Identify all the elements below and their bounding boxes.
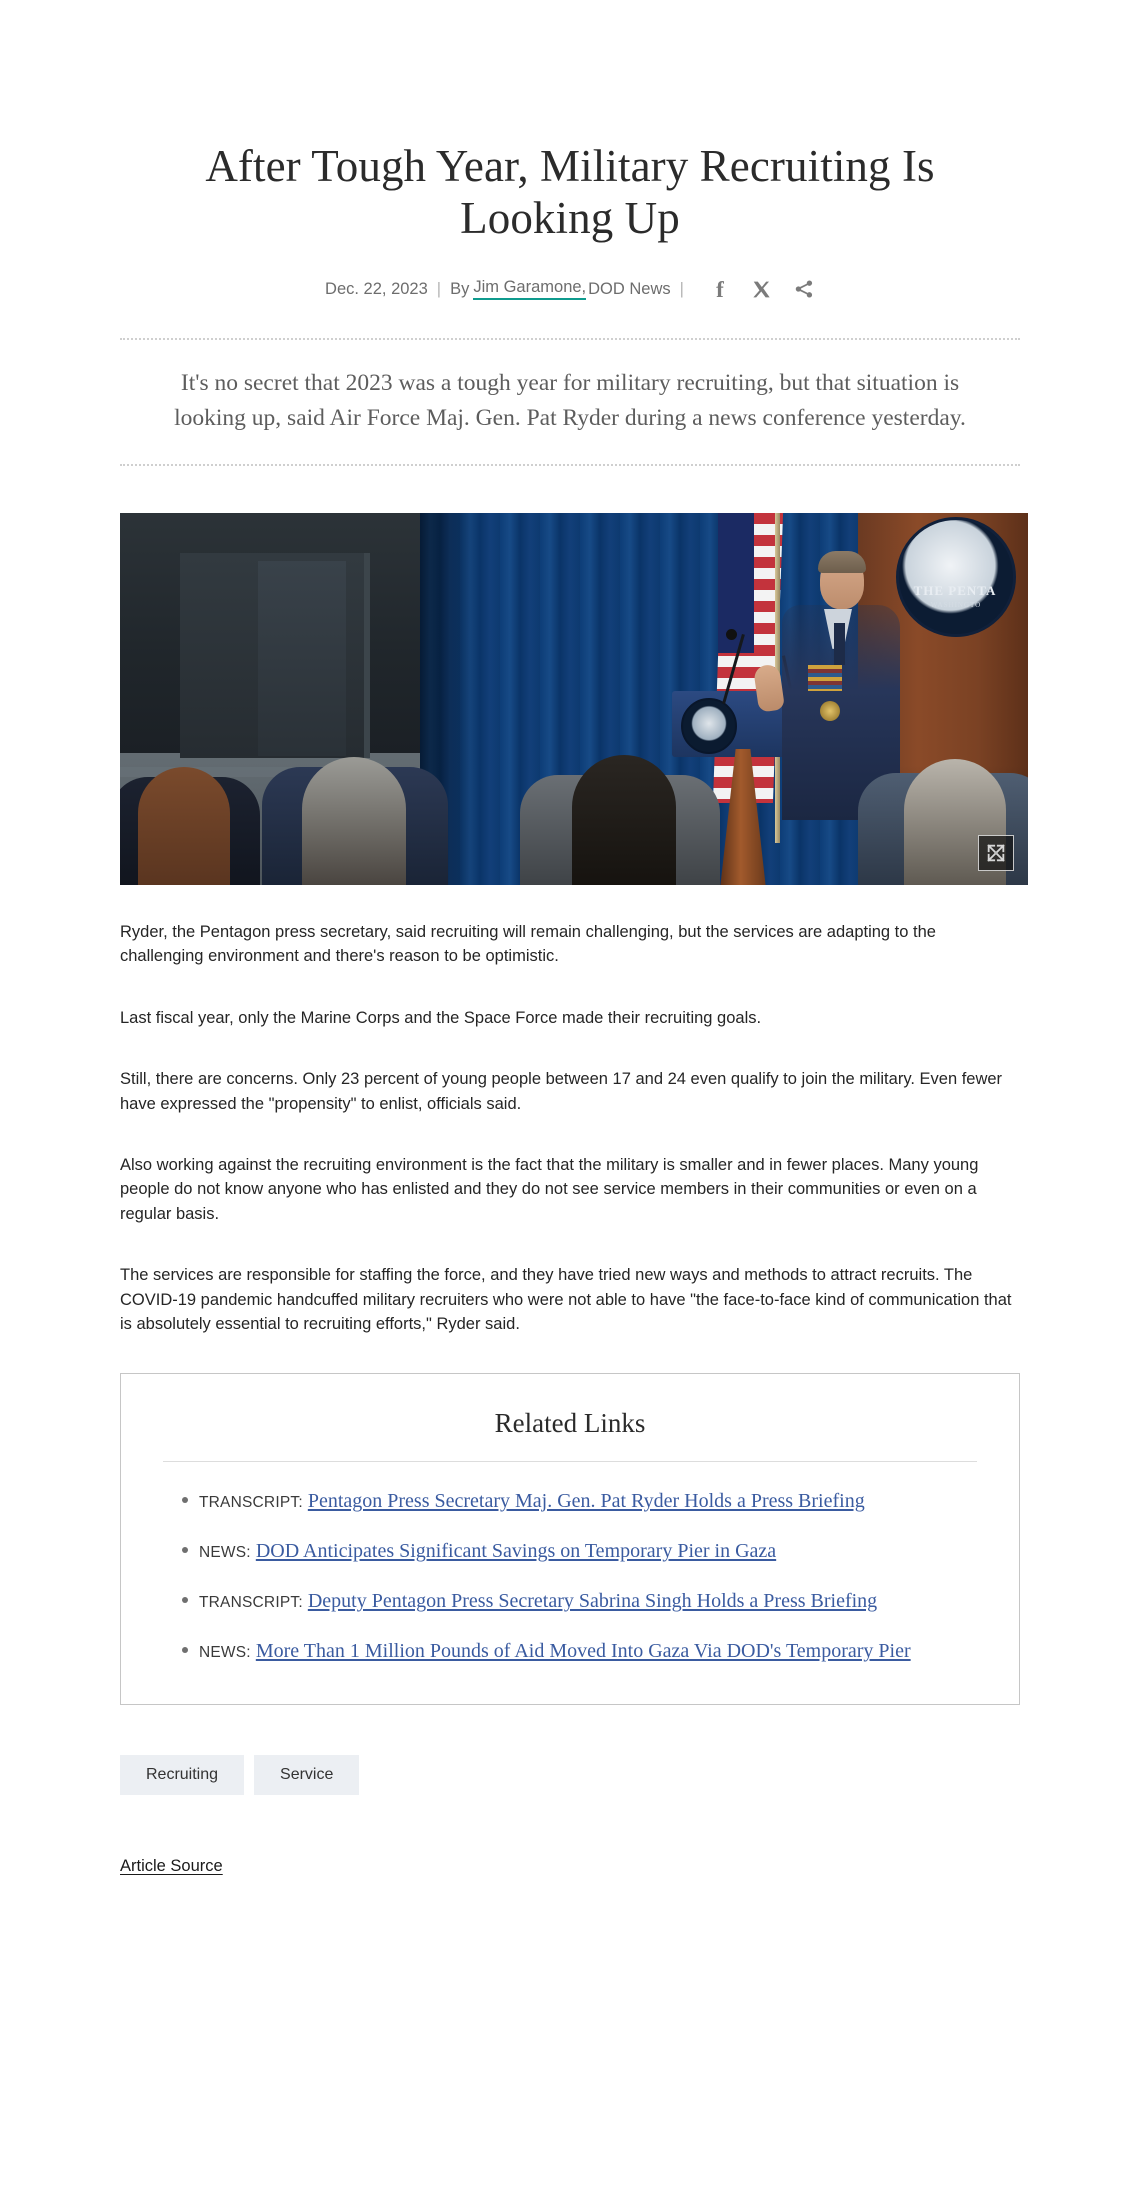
list-item: TRANSCRIPT: Deputy Pentagon Press Secreta…: [182, 1588, 977, 1614]
related-links-heading: Related Links: [494, 1408, 646, 1439]
publish-date: Dec. 22, 2023: [325, 279, 428, 298]
page-title: After Tough Year, Military Recruiting Is…: [205, 141, 935, 244]
audience-head-2: [302, 756, 406, 885]
article-source-link[interactable]: Article Source: [120, 1857, 223, 1875]
body-paragraph: Still, there are concerns. Only 23 perce…: [120, 1070, 1003, 1113]
body-paragraph: Also working against the recruiting envi…: [120, 1155, 979, 1223]
social-share-group: f: [709, 276, 815, 302]
list-item: TRANSCRIPT: Pentagon Press Secretary Maj.…: [182, 1488, 977, 1514]
tag-service[interactable]: Service: [254, 1755, 360, 1796]
article-photo: THE PENTA WASHINGTO: [120, 512, 1028, 885]
tag-list: Recruiting Service: [120, 1755, 1020, 1796]
page-bottom-spacer: [0, 1876, 1140, 2206]
related-link-kicker: NEWS:: [199, 1544, 251, 1562]
related-link-kicker: TRANSCRIPT:: [199, 1594, 303, 1612]
lede-container: It's no secret that 2023 was a tough yea…: [120, 338, 1020, 466]
pentagon-seal-text: THE PENTA: [913, 582, 997, 598]
dod-seal-icon: [681, 697, 737, 754]
related-links-divider: [163, 1461, 977, 1463]
article-page: After Tough Year, Military Recruiting Is…: [0, 0, 1140, 2206]
related-link[interactable]: DOD Anticipates Significant Savings on T…: [256, 1540, 776, 1562]
list-item: NEWS: DOD Anticipates Significant Savings…: [182, 1538, 977, 1564]
share-icon[interactable]: [793, 278, 815, 300]
body-paragraph: The services are responsible for staffin…: [120, 1266, 1012, 1333]
facebook-glyph: f: [716, 276, 724, 302]
photo-door-panel: [258, 560, 346, 756]
author-link[interactable]: Jim Garamone,: [473, 278, 587, 301]
body-paragraph: Ryder, the Pentagon press secretary, sai…: [120, 922, 936, 966]
byline: Dec. 22, 2023 | By Jim Garamone, DOD New…: [0, 276, 1140, 302]
audience-head-3: [572, 754, 676, 885]
body-paragraph: Last fiscal year, only the Marine Corps …: [120, 1008, 762, 1027]
byline-separator-2: |: [679, 279, 684, 298]
list-item: NEWS: More Than 1 Million Pounds of Aid M…: [182, 1638, 977, 1664]
audience-head-1: [138, 766, 230, 885]
byline-outlet: DOD News: [588, 279, 671, 298]
related-link[interactable]: Deputy Pentagon Press Secretary Sabrina …: [308, 1590, 877, 1612]
byline-separator-1: |: [436, 279, 442, 298]
photo-illustration: THE PENTA WASHINGTO: [120, 512, 1028, 885]
related-link[interactable]: More Than 1 Million Pounds of Aid Moved …: [256, 1640, 911, 1662]
article-source-container: Article Source: [120, 1857, 1020, 1876]
pentagon-seal-subtext: WASHINGTO: [930, 600, 982, 609]
expand-image-button[interactable]: [978, 834, 1014, 871]
x-twitter-icon[interactable]: [751, 278, 773, 300]
speaker-ribbons: [808, 664, 842, 691]
speaker-badge: [820, 700, 840, 721]
pentagon-seal-icon: [896, 516, 1016, 637]
related-link-kicker: NEWS:: [199, 1644, 251, 1662]
speaker-tie: [834, 622, 845, 665]
microphone-1-head: [726, 628, 737, 640]
lede-paragraph: It's no secret that 2023 was a tough yea…: [174, 370, 966, 432]
related-link-kicker: TRANSCRIPT:: [199, 1494, 303, 1512]
facebook-icon[interactable]: f: [709, 276, 731, 302]
related-links-list: TRANSCRIPT: Pentagon Press Secretary Maj.…: [163, 1488, 977, 1664]
byline-by-label: By: [450, 279, 470, 298]
article-body: Ryder, the Pentagon press secretary, sai…: [120, 920, 1020, 1336]
related-link[interactable]: Pentagon Press Secretary Maj. Gen. Pat R…: [308, 1490, 865, 1512]
speaker-hair: [818, 550, 866, 573]
related-links-box: Related Links TRANSCRIPT: Pentagon Press …: [120, 1373, 1020, 1706]
tag-recruiting[interactable]: Recruiting: [120, 1755, 245, 1796]
